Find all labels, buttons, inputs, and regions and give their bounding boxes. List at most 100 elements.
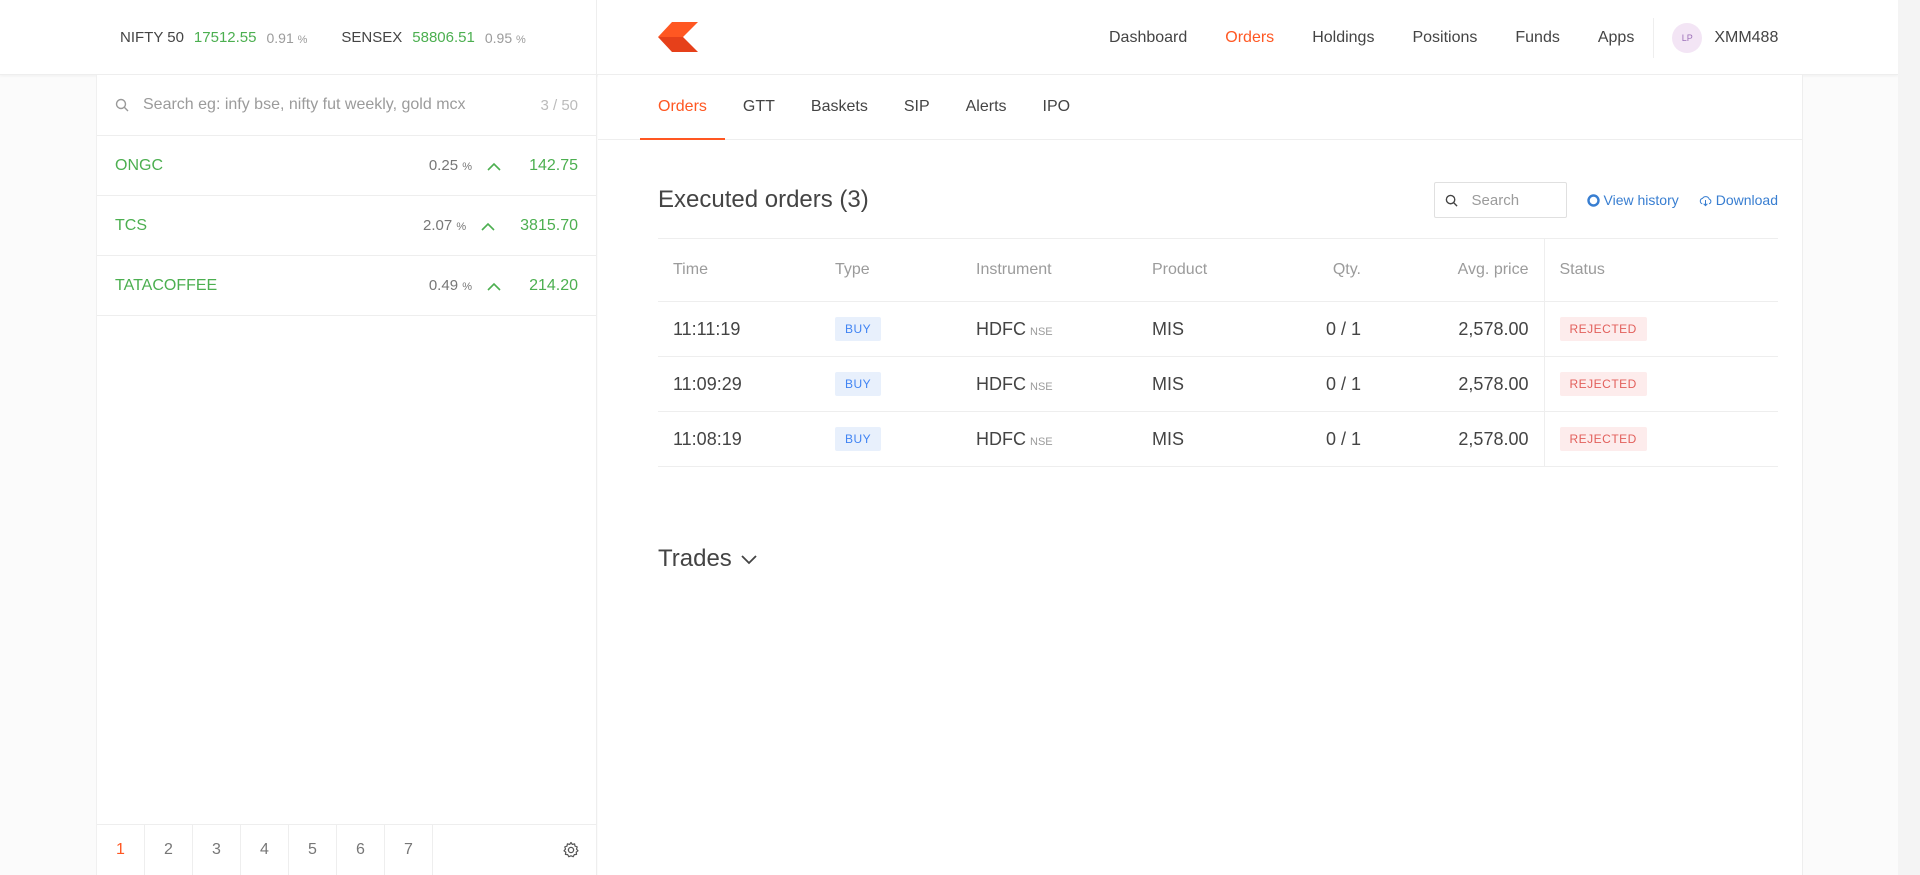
order-time: 11:09:29: [658, 356, 820, 412]
order-instrument: HDFC NSE: [961, 411, 1137, 467]
status-badge[interactable]: REJECTED: [1559, 372, 1647, 396]
user-id: XMM488: [1714, 28, 1779, 46]
index-change: 0.95 %: [484, 29, 526, 46]
instrument-search: 3 / 50: [97, 75, 596, 136]
executed-orders-header: Executed orders (3) View history Downloa…: [658, 180, 1778, 220]
order-avg-price: 2,578.00: [1376, 301, 1544, 357]
watchlist-page-7[interactable]: 7: [385, 825, 433, 875]
nav-funds[interactable]: Funds: [1515, 29, 1559, 47]
download-label: Download: [1715, 192, 1778, 208]
cloud-download-icon: [1699, 195, 1712, 206]
order-product: MIS: [1137, 356, 1259, 412]
column-header-type[interactable]: Type: [820, 238, 961, 302]
trades-toggle[interactable]: Trades: [658, 545, 758, 573]
orders-search: [1433, 182, 1567, 218]
search-icon: [115, 98, 129, 112]
order-product: MIS: [1137, 301, 1259, 357]
watchlist-page-6[interactable]: 6: [337, 825, 385, 875]
column-header-instrument[interactable]: Instrument: [961, 238, 1137, 302]
order-instrument: HDFC NSE: [961, 356, 1137, 412]
watchlist-page-2[interactable]: 2: [145, 825, 193, 875]
column-header-qty[interactable]: Qty.: [1259, 238, 1376, 302]
tab-gtt[interactable]: GTT: [725, 75, 793, 139]
gear-icon[interactable]: [562, 841, 580, 859]
watchlist-page-4[interactable]: 4: [241, 825, 289, 875]
index-nifty[interactable]: NIFTY 50 17512.55 0.91 %: [120, 29, 307, 46]
nav-dashboard[interactable]: Dashboard: [1109, 29, 1187, 47]
table-row[interactable]: 11:09:29 BUY HDFC NSE MIS 0 / 1 2,578.00 …: [658, 356, 1778, 412]
kite-logo-icon[interactable]: [658, 22, 698, 52]
section-title: Executed orders (3): [658, 186, 869, 213]
order-avg-price: 2,578.00: [1376, 411, 1544, 467]
watchlist-page-5[interactable]: 5: [289, 825, 337, 875]
exchange-label: NSE: [1030, 325, 1053, 338]
order-type-badge: BUY: [835, 372, 882, 396]
watchlist-pager: 1 2 3 4 5 6 7: [97, 824, 596, 875]
order-qty: 0 / 1: [1259, 356, 1376, 412]
instrument-price: 142.75: [529, 156, 578, 174]
nav-positions[interactable]: Positions: [1412, 29, 1477, 47]
instrument-price: 214.20: [529, 276, 578, 294]
order-time: 11:11:19: [658, 301, 820, 357]
history-icon: [1586, 193, 1600, 207]
column-header-avg-price[interactable]: Avg. price: [1376, 238, 1544, 302]
orders-search-input[interactable]: [1471, 191, 1552, 209]
watchlist-item-tcs[interactable]: TCS 2.07 % 3815.70: [97, 196, 596, 256]
instrument-change: 0.25 %: [428, 157, 472, 174]
watchlist-page-3[interactable]: 3: [193, 825, 241, 875]
search-icon: [1445, 194, 1458, 207]
order-qty: 0 / 1: [1259, 411, 1376, 467]
order-time: 11:08:19: [658, 411, 820, 467]
order-type-badge: BUY: [835, 427, 882, 451]
instrument-name: TATACOFFEE: [115, 276, 218, 294]
exchange-label: NSE: [1030, 380, 1053, 393]
status-badge[interactable]: REJECTED: [1559, 427, 1647, 451]
tab-sip[interactable]: SIP: [886, 75, 948, 139]
chevron-up-icon: [481, 222, 495, 231]
tab-baskets[interactable]: Baskets: [793, 75, 886, 139]
index-name: SENSEX: [341, 29, 403, 46]
download-link[interactable]: Download: [1699, 192, 1778, 208]
market-indices: NIFTY 50 17512.55 0.91 % SENSEX 58806.51…: [96, 0, 597, 75]
orders-panel: Orders GTT Baskets SIP Alerts IPO Execut…: [598, 75, 1803, 875]
table-row[interactable]: 11:11:19 BUY HDFC NSE MIS 0 / 1 2,578.00 …: [658, 301, 1778, 357]
table-row[interactable]: 11:08:19 BUY HDFC NSE MIS 0 / 1 2,578.00 …: [658, 411, 1778, 467]
watchlist-item-tatacoffee[interactable]: TATACOFFEE 0.49 % 214.20: [97, 256, 596, 316]
top-header: NIFTY 50 17512.55 0.91 % SENSEX 58806.51…: [0, 0, 1898, 75]
watchlist-count: 3 / 50: [540, 96, 578, 114]
tab-orders[interactable]: Orders: [640, 75, 725, 140]
exchange-label: NSE: [1030, 435, 1053, 448]
column-header-status[interactable]: Status: [1543, 238, 1778, 302]
view-history-link[interactable]: View history: [1586, 192, 1679, 208]
tab-alerts[interactable]: Alerts: [948, 75, 1025, 139]
index-sensex[interactable]: SENSEX 58806.51 0.95 %: [341, 29, 525, 46]
view-history-label: View history: [1603, 192, 1679, 208]
index-name: NIFTY 50: [120, 29, 184, 46]
scrollbar[interactable]: [1898, 0, 1920, 875]
column-header-time[interactable]: Time: [658, 238, 820, 302]
nav-apps[interactable]: Apps: [1598, 29, 1634, 47]
avatar: LP: [1672, 22, 1703, 53]
instrument-search-input[interactable]: [143, 96, 523, 114]
index-value: 58806.51: [412, 29, 475, 46]
nav-holdings[interactable]: Holdings: [1312, 29, 1374, 47]
main-nav: Dashboard Orders Holdings Positions Fund…: [1090, 0, 1778, 75]
watchlist-page-1[interactable]: 1: [97, 825, 145, 875]
trades-title: Trades: [658, 545, 732, 572]
status-badge[interactable]: REJECTED: [1559, 317, 1647, 341]
chevron-up-icon: [487, 162, 501, 171]
order-avg-price: 2,578.00: [1376, 356, 1544, 412]
order-type-badge: BUY: [835, 317, 882, 341]
orders-tabs: Orders GTT Baskets SIP Alerts IPO: [598, 75, 1802, 140]
tab-ipo[interactable]: IPO: [1025, 75, 1089, 139]
column-header-product[interactable]: Product: [1137, 238, 1259, 302]
watchlist-item-ongc[interactable]: ONGC 0.25 % 142.75: [97, 136, 596, 196]
executed-orders-table: Time Type Instrument Product Qty. Avg. p…: [658, 238, 1778, 467]
chevron-down-icon: [741, 555, 757, 565]
table-header-row: Time Type Instrument Product Qty. Avg. p…: [658, 238, 1778, 302]
nav-divider: [1653, 17, 1655, 58]
nav-orders[interactable]: Orders: [1225, 29, 1274, 47]
instrument-change: 2.07 %: [423, 217, 467, 234]
user-profile[interactable]: LP XMM488: [1672, 22, 1779, 53]
marketwatch-sidebar: 3 / 50 ONGC 0.25 % 142.75 TCS 2.07 % 381…: [96, 75, 597, 875]
